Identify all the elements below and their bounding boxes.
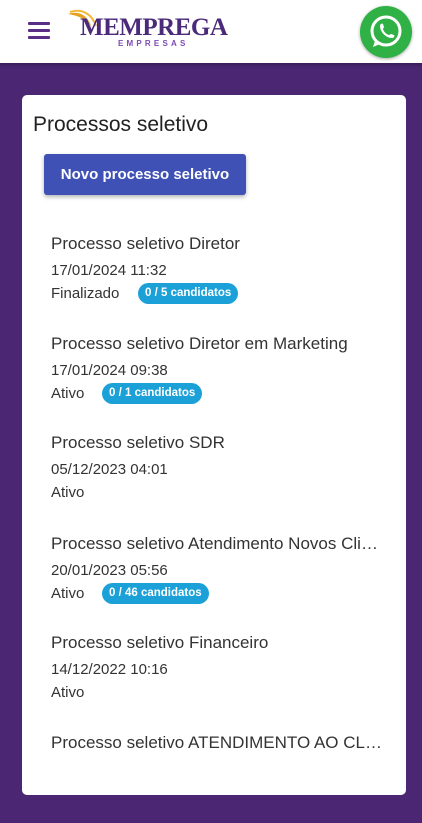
process-status: Ativo	[51, 385, 85, 402]
process-date: 20/01/2023 05:56	[51, 562, 168, 579]
processes-card: Processos seletivo Novo processo seletiv…	[22, 95, 406, 795]
logo-subtext: EMPRESAS	[118, 39, 189, 48]
process-name: Processo seletivo Financeiro	[51, 633, 269, 652]
process-date: 17/01/2024 09:38	[51, 362, 168, 379]
process-status: Ativo	[51, 585, 85, 602]
candidates-badge: 0 / 5 candidatos	[138, 283, 239, 304]
process-item[interactable]: Processo seletivo Atendimento Novos Clie…	[51, 534, 391, 624]
process-date: 17/01/2024 11:32	[51, 262, 167, 279]
process-item[interactable]: Processo seletivo ATENDIMENTO AO CLIENTE	[51, 733, 391, 823]
process-date: 14/12/2022 10:16	[51, 661, 168, 678]
process-name: Processo seletivo Atendimento Novos Clie…	[51, 534, 383, 553]
process-item[interactable]: Processo seletivo Diretor em Marketing 1…	[51, 334, 391, 424]
process-status: Ativo	[51, 684, 85, 701]
process-date: 05/12/2023 04:01	[51, 461, 168, 478]
logo-text: MEMPREGA	[80, 14, 228, 41]
process-status: Finalizado	[51, 285, 120, 302]
candidates-badge: 0 / 46 candidatos	[102, 583, 209, 604]
memprega-logo[interactable]: MEMPREGA EMPRESAS	[66, 8, 228, 50]
process-item[interactable]: Processo seletivo Diretor 17/01/2024 11:…	[51, 234, 391, 324]
process-name: Processo seletivo ATENDIMENTO AO CLIENTE	[51, 733, 383, 752]
hamburger-menu-icon[interactable]	[28, 22, 50, 40]
process-status: Ativo	[51, 484, 85, 501]
process-name: Processo seletivo Diretor	[51, 234, 240, 253]
process-item[interactable]: Processo seletivo Financeiro 14/12/2022 …	[51, 633, 391, 723]
app-header: MEMPREGA EMPRESAS	[0, 0, 422, 63]
page-title: Processos seletivo	[33, 113, 209, 136]
process-item[interactable]: Processo seletivo SDR 05/12/2023 04:01 A…	[51, 433, 391, 523]
new-process-button[interactable]: Novo processo seletivo	[44, 154, 246, 195]
process-name: Processo seletivo Diretor em Marketing	[51, 334, 348, 353]
whatsapp-icon	[370, 15, 402, 47]
process-name: Processo seletivo SDR	[51, 433, 225, 452]
candidates-badge: 0 / 1 candidatos	[102, 383, 203, 404]
whatsapp-button[interactable]	[360, 6, 412, 58]
